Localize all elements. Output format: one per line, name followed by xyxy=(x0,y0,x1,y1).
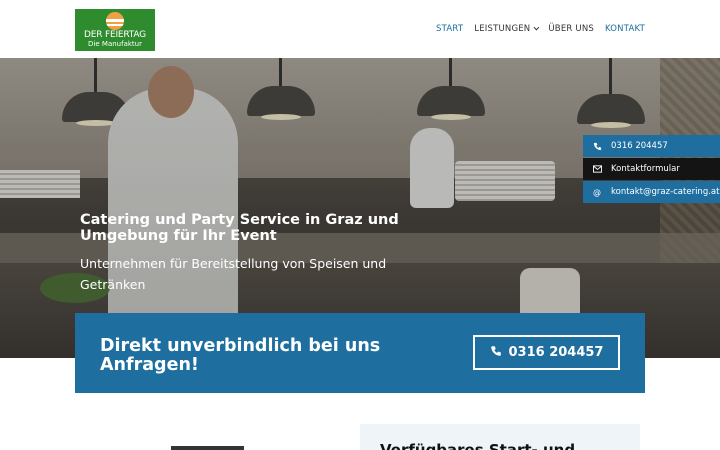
section-image-top xyxy=(171,446,244,450)
logo-text-sub: Die Manufaktur xyxy=(88,40,142,48)
phone-icon xyxy=(592,141,602,151)
nav-item-ueber-uns[interactable]: ÜBER UNS xyxy=(548,24,594,34)
sidebar-email-link[interactable]: @ kontakt@graz-catering.at xyxy=(583,181,720,203)
nav-item-leistungen[interactable]: LEISTUNGEN xyxy=(474,24,540,34)
hero-subtitle: Unternehmen für Bereitstellung von Speis… xyxy=(80,256,387,292)
chevron-down-icon xyxy=(533,24,540,31)
logo[interactable]: DER FEIERTAG Die Manufaktur xyxy=(75,9,155,51)
at-icon: @ xyxy=(593,187,601,197)
availability-card: Verfügbares Start- und xyxy=(360,424,640,450)
cta-banner: Direkt unverbindlich bei uns Anfragen! 0… xyxy=(75,313,645,393)
site-header: DER FEIERTAG Die Manufaktur START LEISTU… xyxy=(0,0,720,58)
sidebar-form-link[interactable]: Kontaktformular xyxy=(583,158,720,180)
sidebar-phone-label: 0316 204457 xyxy=(611,141,668,151)
sidebar-phone-link[interactable]: 0316 204457 xyxy=(583,135,720,157)
contact-sidebar: 0316 204457 Kontaktformular @ kontakt@gr… xyxy=(583,135,720,204)
call-button-label: 0316 204457 xyxy=(508,345,604,360)
availability-card-title: Verfügbares Start- und xyxy=(380,441,576,450)
sun-field-emblem-icon xyxy=(106,12,124,30)
nav-item-leistungen-label: LEISTUNGEN xyxy=(474,24,531,34)
nav-item-start[interactable]: START xyxy=(436,24,463,34)
phone-icon xyxy=(490,345,502,360)
nav-item-kontakt[interactable]: KONTAKT xyxy=(605,24,645,34)
cta-text: Direkt unverbindlich bei uns Anfragen! xyxy=(100,336,381,375)
sidebar-email-label: kontakt@graz-catering.at xyxy=(611,187,720,197)
call-button[interactable]: 0316 204457 xyxy=(473,335,620,370)
hero-title: Catering und Party Service in Graz und U… xyxy=(80,212,399,244)
sidebar-form-label: Kontaktformular xyxy=(611,164,680,174)
main-nav: START LEISTUNGEN ÜBER UNS KONTAKT xyxy=(436,22,645,36)
logo-text-main: DER FEIERTAG xyxy=(84,30,146,40)
page: DER FEIERTAG Die Manufaktur START LEISTU… xyxy=(0,0,720,450)
envelope-icon xyxy=(592,164,602,174)
